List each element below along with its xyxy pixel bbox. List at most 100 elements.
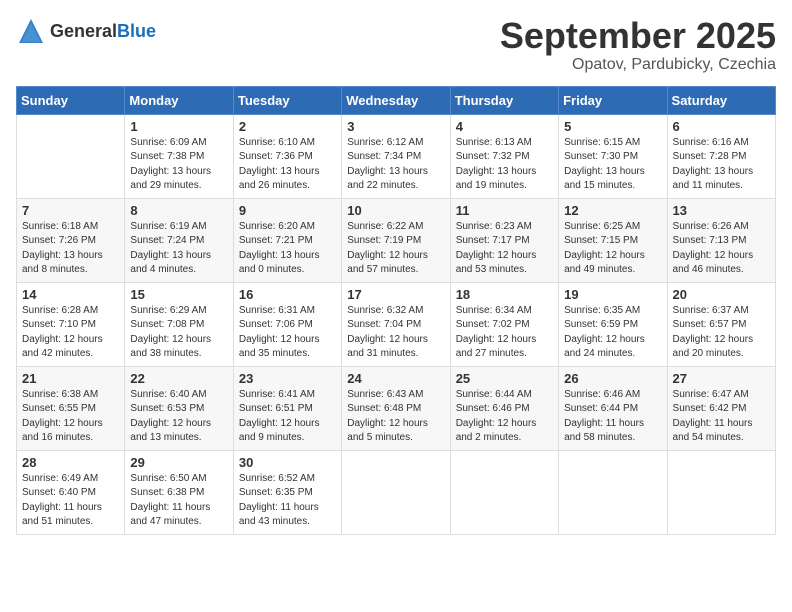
calendar-cell: 4Sunrise: 6:13 AM Sunset: 7:32 PM Daylig… — [450, 114, 558, 198]
weekday-header-row: SundayMondayTuesdayWednesdayThursdayFrid… — [17, 86, 776, 114]
calendar-cell: 7 Sunrise: 6:18 AM Sunset: 7:26 PM Daylig… — [17, 198, 125, 282]
calendar-cell: 25 Sunrise: 6:44 AM Sunset: 6:46 PM Dayli… — [450, 366, 558, 450]
day-info: Sunrise: 6:15 AM Sunset: 7:30 PM Dayligh… — [564, 136, 661, 194]
calendar-cell: 20 Sunrise: 6:37 AM Sunset: 6:57 PM Dayli… — [667, 282, 775, 366]
weekday-header-wednesday: Wednesday — [342, 86, 450, 114]
month-title: September 2025 — [500, 16, 776, 56]
day-number: 14 — [22, 287, 119, 302]
day-info: Sunrise: 6:20 AM Sunset: 7:21 PM Dayligh… — [239, 220, 336, 278]
day-number: 19 — [564, 287, 661, 302]
day-info: Sunrise: 6:38 AM Sunset: 6:55 PM Dayligh… — [22, 388, 119, 446]
day-number: 21 — [22, 371, 119, 386]
calendar-cell: 13Sunrise: 6:26 AM Sunset: 7:13 PM Dayli… — [667, 198, 775, 282]
calendar-cell: 12 Sunrise: 6:25 AM Sunset: 7:15 PM Dayli… — [559, 198, 667, 282]
calendar-cell — [450, 450, 558, 534]
day-info: Sunrise: 6:10 AM Sunset: 7:36 PM Dayligh… — [239, 136, 336, 194]
day-number: 4 — [456, 119, 553, 134]
day-info: Sunrise: 6:37 AM Sunset: 6:57 PM Dayligh… — [673, 304, 770, 362]
day-info: Sunrise: 6:29 AM Sunset: 7:08 PM Dayligh… — [130, 304, 227, 362]
calendar-cell: 5 Sunrise: 6:15 AM Sunset: 7:30 PM Daylig… — [559, 114, 667, 198]
day-info: Sunrise: 6:19 AM Sunset: 7:24 PM Dayligh… — [130, 220, 227, 278]
day-number: 18 — [456, 287, 553, 302]
calendar-cell — [559, 450, 667, 534]
calendar-cell: 26 Sunrise: 6:46 AM Sunset: 6:44 PM Dayli… — [559, 366, 667, 450]
day-number: 5 — [564, 119, 661, 134]
page-header: GeneralBlue September 2025 Opatov, Pardu… — [16, 16, 776, 74]
calendar-table: SundayMondayTuesdayWednesdayThursdayFrid… — [16, 86, 776, 535]
calendar-cell: 2 Sunrise: 6:10 AM Sunset: 7:36 PM Daylig… — [233, 114, 341, 198]
day-info: Sunrise: 6:47 AM Sunset: 6:42 PM Dayligh… — [673, 388, 770, 446]
logo: GeneralBlue — [16, 16, 156, 46]
calendar-cell: 19 Sunrise: 6:35 AM Sunset: 6:59 PM Dayli… — [559, 282, 667, 366]
calendar-cell — [667, 450, 775, 534]
week-row-1: 1 Sunrise: 6:09 AM Sunset: 7:38 PM Daylig… — [17, 114, 776, 198]
calendar-cell: 11 Sunrise: 6:23 AM Sunset: 7:17 PM Dayli… — [450, 198, 558, 282]
day-info: Sunrise: 6:22 AM Sunset: 7:19 PM Dayligh… — [347, 220, 444, 278]
day-number: 15 — [130, 287, 227, 302]
day-info: Sunrise: 6:12 AM Sunset: 7:34 PM Dayligh… — [347, 136, 444, 194]
day-info: Sunrise: 6:44 AM Sunset: 6:46 PM Dayligh… — [456, 388, 553, 446]
day-number: 23 — [239, 371, 336, 386]
calendar-cell: 17Sunrise: 6:32 AM Sunset: 7:04 PM Dayli… — [342, 282, 450, 366]
calendar-cell: 28Sunrise: 6:49 AM Sunset: 6:40 PM Dayli… — [17, 450, 125, 534]
day-number: 26 — [564, 371, 661, 386]
day-number: 1 — [130, 119, 227, 134]
weekday-header-sunday: Sunday — [17, 86, 125, 114]
location-title: Opatov, Pardubicky, Czechia — [500, 56, 776, 74]
day-number: 11 — [456, 203, 553, 218]
calendar-cell: 18 Sunrise: 6:34 AM Sunset: 7:02 PM Dayli… — [450, 282, 558, 366]
day-info: Sunrise: 6:43 AM Sunset: 6:48 PM Dayligh… — [347, 388, 444, 446]
calendar-cell: 10 Sunrise: 6:22 AM Sunset: 7:19 PM Dayli… — [342, 198, 450, 282]
calendar-cell: 15 Sunrise: 6:29 AM Sunset: 7:08 PM Dayli… — [125, 282, 233, 366]
day-info: Sunrise: 6:50 AM Sunset: 6:38 PM Dayligh… — [130, 472, 227, 530]
day-number: 13 — [673, 203, 770, 218]
day-info: Sunrise: 6:31 AM Sunset: 7:06 PM Dayligh… — [239, 304, 336, 362]
calendar-cell: 3 Sunrise: 6:12 AM Sunset: 7:34 PM Daylig… — [342, 114, 450, 198]
day-number: 3 — [347, 119, 444, 134]
title-block: September 2025 Opatov, Pardubicky, Czech… — [500, 16, 776, 74]
day-number: 25 — [456, 371, 553, 386]
calendar-cell: 24 Sunrise: 6:43 AM Sunset: 6:48 PM Dayli… — [342, 366, 450, 450]
day-number: 12 — [564, 203, 661, 218]
day-number: 16 — [239, 287, 336, 302]
day-number: 29 — [130, 455, 227, 470]
day-info: Sunrise: 6:09 AM Sunset: 7:38 PM Dayligh… — [130, 136, 227, 194]
calendar-cell: 21 Sunrise: 6:38 AM Sunset: 6:55 PM Dayli… — [17, 366, 125, 450]
day-info: Sunrise: 6:46 AM Sunset: 6:44 PM Dayligh… — [564, 388, 661, 446]
day-number: 6 — [673, 119, 770, 134]
day-info: Sunrise: 6:28 AM Sunset: 7:10 PM Dayligh… — [22, 304, 119, 362]
calendar-cell: 16 Sunrise: 6:31 AM Sunset: 7:06 PM Dayli… — [233, 282, 341, 366]
calendar-cell: 9 Sunrise: 6:20 AM Sunset: 7:21 PM Daylig… — [233, 198, 341, 282]
logo-icon — [16, 16, 46, 46]
weekday-header-monday: Monday — [125, 86, 233, 114]
day-number: 27 — [673, 371, 770, 386]
day-info: Sunrise: 6:18 AM Sunset: 7:26 PM Dayligh… — [22, 220, 119, 278]
day-number: 7 — [22, 203, 119, 218]
day-info: Sunrise: 6:49 AM Sunset: 6:40 PM Dayligh… — [22, 472, 119, 530]
day-number: 10 — [347, 203, 444, 218]
weekday-header-thursday: Thursday — [450, 86, 558, 114]
week-row-3: 14 Sunrise: 6:28 AM Sunset: 7:10 PM Dayli… — [17, 282, 776, 366]
day-info: Sunrise: 6:16 AM Sunset: 7:28 PM Dayligh… — [673, 136, 770, 194]
weekday-header-tuesday: Tuesday — [233, 86, 341, 114]
calendar-cell: 30 Sunrise: 6:52 AM Sunset: 6:35 PM Dayli… — [233, 450, 341, 534]
day-info: Sunrise: 6:52 AM Sunset: 6:35 PM Dayligh… — [239, 472, 336, 530]
day-info: Sunrise: 6:23 AM Sunset: 7:17 PM Dayligh… — [456, 220, 553, 278]
day-info: Sunrise: 6:35 AM Sunset: 6:59 PM Dayligh… — [564, 304, 661, 362]
day-info: Sunrise: 6:34 AM Sunset: 7:02 PM Dayligh… — [456, 304, 553, 362]
day-info: Sunrise: 6:25 AM Sunset: 7:15 PM Dayligh… — [564, 220, 661, 278]
week-row-4: 21 Sunrise: 6:38 AM Sunset: 6:55 PM Dayli… — [17, 366, 776, 450]
logo-blue: Blue — [117, 21, 156, 41]
day-number: 8 — [130, 203, 227, 218]
calendar-cell: 22Sunrise: 6:40 AM Sunset: 6:53 PM Dayli… — [125, 366, 233, 450]
day-number: 2 — [239, 119, 336, 134]
day-number: 30 — [239, 455, 336, 470]
day-info: Sunrise: 6:32 AM Sunset: 7:04 PM Dayligh… — [347, 304, 444, 362]
calendar-cell: 6 Sunrise: 6:16 AM Sunset: 7:28 PM Daylig… — [667, 114, 775, 198]
day-info: Sunrise: 6:41 AM Sunset: 6:51 PM Dayligh… — [239, 388, 336, 446]
day-number: 24 — [347, 371, 444, 386]
day-number: 20 — [673, 287, 770, 302]
calendar-cell: 29 Sunrise: 6:50 AM Sunset: 6:38 PM Dayli… — [125, 450, 233, 534]
day-number: 9 — [239, 203, 336, 218]
weekday-header-friday: Friday — [559, 86, 667, 114]
